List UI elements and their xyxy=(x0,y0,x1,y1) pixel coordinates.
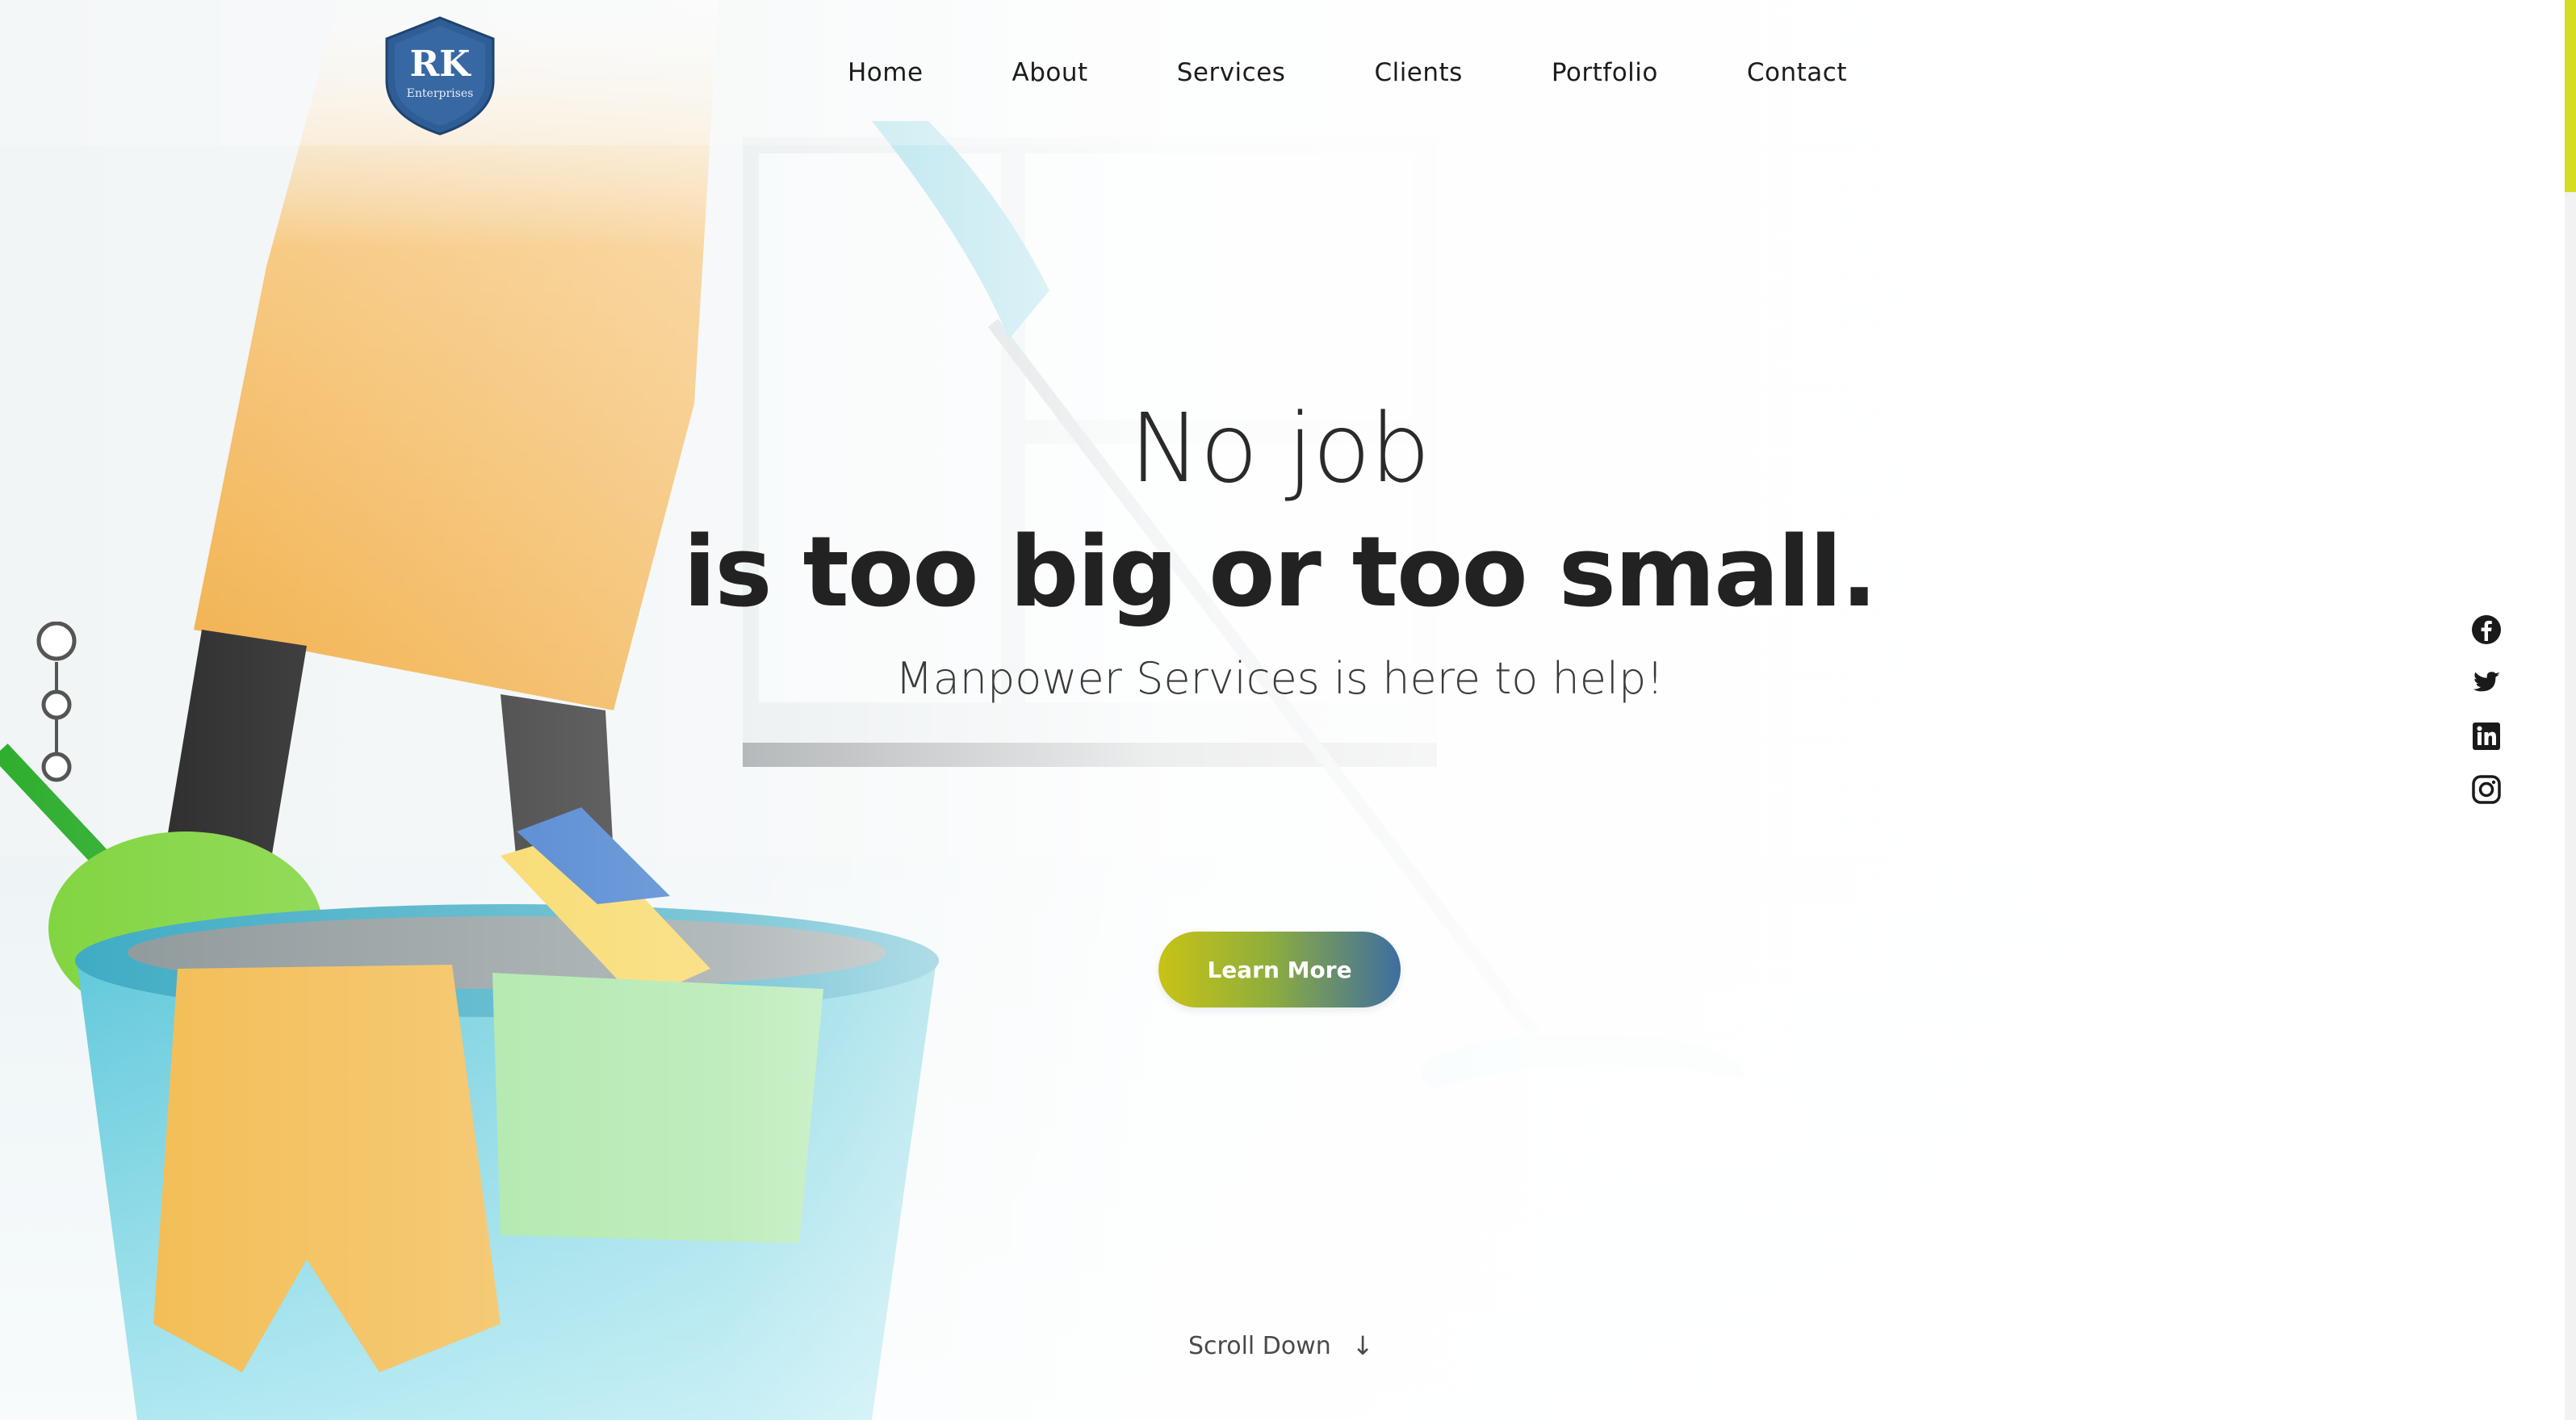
arrow-down-icon: ↓ xyxy=(1351,1330,1374,1361)
slide-pagination xyxy=(36,622,77,782)
scrollbar-thumb[interactable] xyxy=(2565,0,2576,192)
instagram-icon[interactable] xyxy=(2470,773,2503,806)
slide-dot-1[interactable] xyxy=(36,622,77,661)
nav-portfolio-link[interactable]: Portfolio xyxy=(1552,58,1658,87)
slide-dot-2[interactable] xyxy=(41,689,72,720)
nav-services-link[interactable]: Services xyxy=(1177,58,1286,87)
main-nav: Home About Services Clients Portfolio Co… xyxy=(848,48,1847,97)
hero-subheadline: Manpower Services is here to help! xyxy=(895,653,1664,704)
learn-more-button[interactable]: Learn More xyxy=(1158,932,1401,1007)
hero-text: No job is too big or too small. Manpower… xyxy=(646,387,1913,715)
logo[interactable]: RK Enterprises xyxy=(383,16,496,136)
scroll-down-link[interactable]: Scroll Down ↓ xyxy=(1188,1330,1374,1361)
hero-headline-light: No job xyxy=(1129,392,1430,504)
nav-about-link[interactable]: About xyxy=(1012,58,1088,87)
nav-home-link[interactable]: Home xyxy=(848,58,924,87)
logo-text-main: RK xyxy=(409,44,471,85)
slide-dot-3[interactable] xyxy=(41,752,72,782)
facebook-icon[interactable] xyxy=(2470,614,2503,646)
linkedin-icon[interactable] xyxy=(2470,720,2503,752)
scroll-down-label: Scroll Down xyxy=(1188,1331,1331,1360)
hero-headline-bold: is too big or too small. xyxy=(683,517,1878,629)
nav-clients-link[interactable]: Clients xyxy=(1374,58,1462,87)
logo-text-sub: Enterprises xyxy=(406,87,474,100)
twitter-icon[interactable] xyxy=(2470,667,2503,699)
nav-contact-link[interactable]: Contact xyxy=(1747,58,1847,87)
social-links xyxy=(2469,614,2504,827)
page-scrollbar[interactable] xyxy=(2565,0,2576,1420)
page: RK Enterprises Home About Services Clien… xyxy=(0,0,2576,1420)
